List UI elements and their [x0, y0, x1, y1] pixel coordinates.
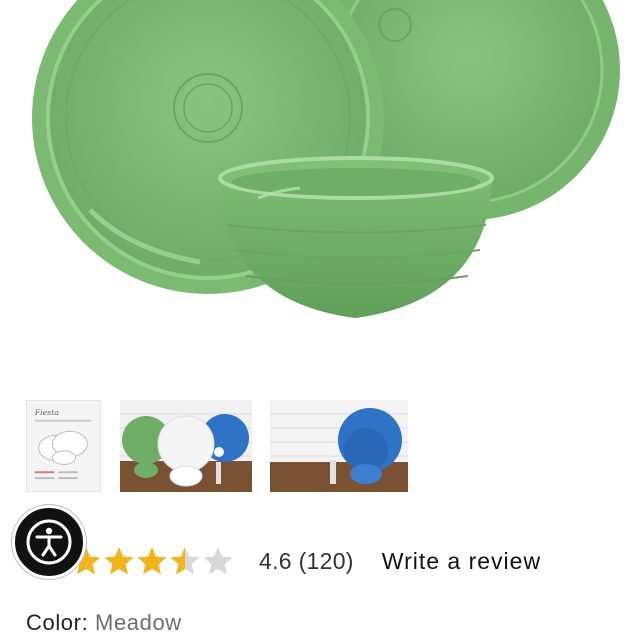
rating-value: 4.6: [259, 547, 292, 574]
color-label: Color:: [26, 610, 89, 635]
rating-summary: 4.6 (120): [259, 548, 354, 575]
color-value: Meadow: [95, 610, 182, 635]
accessibility-person-icon: [26, 519, 72, 565]
fiesta-logo: Fiesta: [34, 408, 60, 417]
star-icon: [104, 547, 134, 575]
color-selection: Color: Meadow: [26, 610, 182, 636]
rating-count: (120): [298, 547, 354, 574]
thumbnail-spec-sheet[interactable]: Fiesta: [26, 400, 101, 492]
star-icon: [137, 547, 167, 575]
write-review-link[interactable]: Write a review: [382, 548, 541, 575]
product-hero-image: [32, 0, 620, 318]
rating-row: 4.6 (120) Write a review: [70, 538, 541, 584]
accessibility-button[interactable]: [12, 505, 86, 579]
thumbnail-lifestyle-blue[interactable]: [270, 400, 408, 492]
star-icon: [170, 547, 200, 575]
star-icon: [203, 547, 233, 575]
star-rating: [70, 545, 235, 577]
thumbnail-lifestyle-green-white-blue[interactable]: [120, 400, 252, 492]
